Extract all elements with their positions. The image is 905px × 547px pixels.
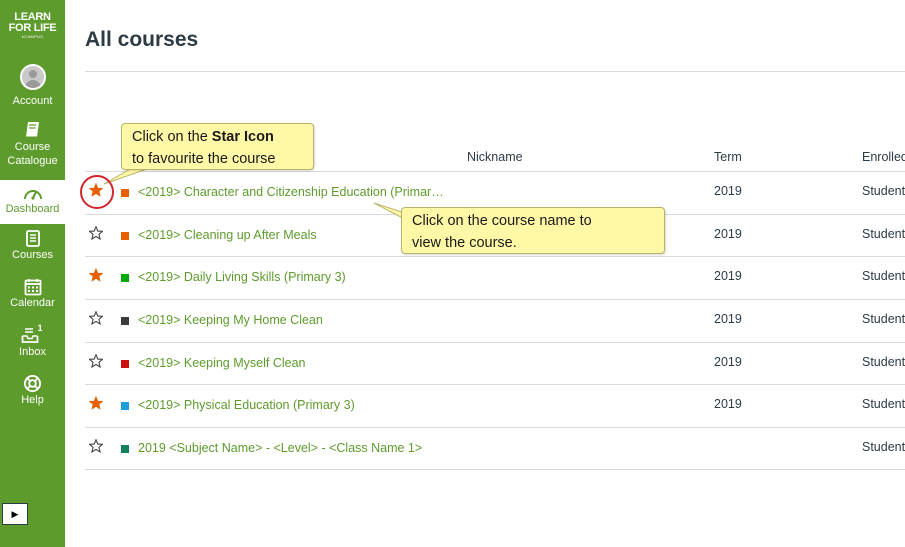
page-title: All courses [85, 28, 199, 51]
column-header-enrolled[interactable]: Enrolled [862, 150, 905, 164]
table-row: <2019> Keeping My Home Clean 2019 Studen… [85, 299, 905, 342]
nav-help-label: Help [21, 394, 44, 406]
course-term: 2019 [714, 397, 742, 411]
nav-course-catalogue[interactable]: Course Catalogue [0, 120, 65, 176]
course-callout-line1: Click on the course name to [412, 213, 592, 229]
star-highlight-circle [80, 175, 114, 209]
favorite-star-icon[interactable] [89, 311, 103, 325]
star-callout-bold: Star Icon [211, 129, 274, 145]
course-color-swatch [121, 189, 129, 197]
nav-account[interactable]: Account [0, 64, 65, 110]
play-icon: ▶ [11, 508, 19, 519]
logo-line-2: FOR LIFE [8, 22, 57, 34]
course-name-callout: Click on the course name to view the cou… [401, 207, 665, 254]
nav-dashboard-label: Dashboard [5, 203, 60, 215]
course-color-swatch [121, 317, 129, 325]
title-divider [85, 71, 905, 72]
learn-for-life-logo[interactable]: LEARN FOR LIFE eCAMPUS [0, 12, 65, 40]
course-enrolled-as: Student [862, 269, 905, 283]
course-enrolled-as: Student [862, 397, 905, 411]
course-callout-line2: view the course. [412, 235, 517, 251]
course-term: 2019 [714, 184, 742, 198]
table-row: <2019> Keeping Myself Clean 2019 Student [85, 342, 905, 385]
logo-line-3: eCAMPUS [21, 34, 44, 39]
speedometer-icon [23, 190, 42, 200]
course-enrolled-as: Student [862, 184, 905, 198]
course-color-swatch [121, 402, 129, 410]
course-enrolled-as: Student [862, 227, 905, 241]
course-term: 2019 [714, 355, 742, 369]
table-row: 2019 <Subject Name> - <Level> - <Class N… [85, 427, 905, 470]
course-link[interactable]: <2019> Daily Living Skills (Primary 3) [138, 270, 346, 284]
favorite-star-icon[interactable] [89, 268, 103, 282]
course-color-swatch [121, 360, 129, 368]
course-term: 2019 [714, 269, 742, 283]
inbox-unread-badge: 1 [37, 323, 43, 333]
nav-inbox-label: Inbox [19, 346, 46, 358]
collapse-nav-button[interactable]: ▶ [2, 503, 28, 525]
column-header-term[interactable]: Term [714, 150, 742, 164]
favorite-star-icon[interactable] [89, 439, 103, 453]
nav-course-catalogue-label: Course Catalogue [7, 141, 58, 167]
table-row: <2019> Physical Education (Primary 3) 20… [85, 384, 905, 427]
book-icon [25, 122, 39, 138]
favorite-star-icon[interactable] [89, 396, 103, 410]
calendar-icon [24, 279, 41, 296]
column-header-nickname[interactable]: Nickname [467, 150, 523, 164]
course-color-swatch [121, 274, 129, 282]
nav-inbox[interactable]: 1 Inbox [0, 323, 65, 367]
course-enrolled-as: Student [862, 440, 905, 454]
course-color-swatch [121, 445, 129, 453]
course-enrolled-as: Student [862, 312, 905, 326]
nav-courses[interactable]: Courses [0, 230, 65, 270]
star-callout-line2: to favourite the course [132, 151, 276, 167]
courses-icon [25, 230, 40, 247]
nav-calendar-label: Calendar [10, 297, 55, 309]
avatar-icon [19, 64, 46, 90]
star-icon-callout: Click on the Star Icon to favourite the … [121, 123, 314, 170]
course-enrolled-as: Student [862, 355, 905, 369]
nav-courses-label: Courses [12, 249, 53, 261]
course-link[interactable]: <2019> Cleaning up After Meals [138, 228, 317, 242]
nav-account-label: Account [12, 95, 53, 107]
course-link[interactable]: <2019> Keeping My Home Clean [138, 313, 323, 327]
table-row: <2019> Daily Living Skills (Primary 3) 2… [85, 256, 905, 299]
course-term: 2019 [714, 312, 742, 326]
favorite-star-icon[interactable] [89, 354, 103, 368]
nav-help[interactable]: Help [0, 374, 65, 416]
nav-calendar[interactable]: Calendar [0, 278, 65, 318]
inbox-icon [21, 328, 38, 343]
course-link[interactable]: <2019> Physical Education (Primary 3) [138, 398, 355, 412]
main-content: All courses Nickname Term Enrolled <2019… [65, 0, 905, 547]
course-link[interactable]: 2019 <Subject Name> - <Level> - <Class N… [138, 441, 422, 455]
course-color-swatch [121, 232, 129, 240]
course-term: 2019 [714, 227, 742, 241]
global-navigation: LEARN FOR LIFE eCAMPUS Account Course Ca… [0, 0, 65, 547]
nav-dashboard[interactable]: Dashboard [0, 180, 65, 224]
course-link[interactable]: <2019> Keeping Myself Clean [138, 356, 305, 370]
course-link[interactable]: <2019> Character and Citizenship Educati… [138, 185, 444, 199]
lifebuoy-icon [23, 374, 42, 393]
star-callout-prefix: Click on the [132, 129, 212, 145]
favorite-star-icon[interactable] [89, 226, 103, 240]
